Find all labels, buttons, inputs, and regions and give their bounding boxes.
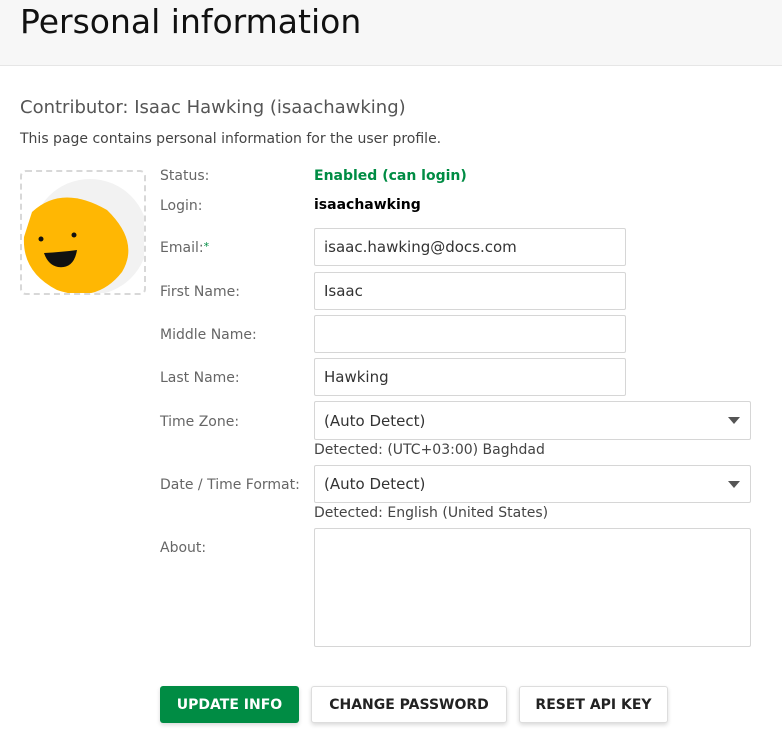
reset-api-key-button[interactable]: RESET API KEY	[519, 686, 668, 723]
middle-name-label: Middle Name:	[160, 327, 257, 343]
first-name-label: First Name:	[160, 284, 240, 300]
time-zone-label: Time Zone:	[160, 414, 240, 430]
about-label: About:	[160, 540, 207, 556]
last-name-label: Last Name:	[160, 370, 240, 386]
middle-name-field[interactable]	[314, 315, 626, 353]
status-label: Status:	[160, 168, 210, 184]
time-zone-select[interactable]: (Auto Detect)	[314, 401, 751, 440]
page-header: Personal information	[0, 0, 782, 66]
chevron-down-icon	[728, 480, 740, 488]
email-label-text: Email:	[160, 240, 204, 256]
smiley-avatar-icon	[23, 179, 144, 293]
update-info-button[interactable]: UPDATE INFO	[160, 686, 299, 723]
change-password-button[interactable]: CHANGE PASSWORD	[311, 686, 507, 723]
date-format-label: Date / Time Format:	[160, 477, 300, 493]
required-marker: *	[203, 240, 210, 253]
avatar[interactable]	[20, 170, 146, 295]
email-label: Email:*	[160, 240, 209, 256]
first-name-field[interactable]	[314, 272, 626, 310]
date-format-value: (Auto Detect)	[324, 475, 426, 493]
time-zone-value: (Auto Detect)	[324, 411, 426, 430]
email-field[interactable]	[314, 228, 626, 266]
login-value: isaachawking	[314, 197, 421, 213]
date-format-detected: Detected: English (United States)	[314, 505, 549, 521]
date-format-select[interactable]: (Auto Detect)	[314, 465, 751, 503]
chevron-down-icon	[728, 417, 740, 424]
about-field[interactable]	[314, 528, 751, 647]
status-value: Enabled (can login)	[314, 168, 467, 184]
last-name-field[interactable]	[314, 358, 626, 396]
page-title: Personal information	[20, 2, 362, 41]
contributor-heading: Contributor: Isaac Hawking (isaachawking…	[20, 97, 406, 118]
time-zone-detected: Detected: (UTC+03:00) Baghdad	[314, 442, 545, 458]
login-label: Login:	[160, 198, 203, 214]
page-description: This page contains personal information …	[20, 131, 442, 147]
